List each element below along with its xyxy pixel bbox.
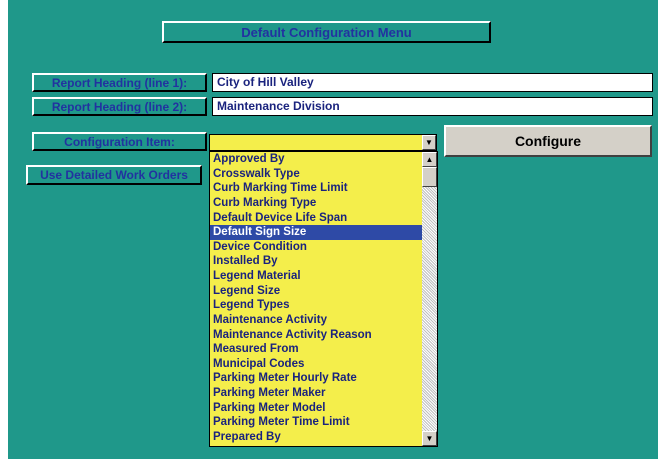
- list-item[interactable]: Maintenance Activity: [210, 313, 423, 328]
- list-item[interactable]: Legend Types: [210, 298, 423, 313]
- configuration-form: Default Configuration Menu Report Headin…: [8, 0, 658, 459]
- list-item[interactable]: Legend Size: [210, 284, 423, 299]
- list-item[interactable]: Parking Meter Hourly Rate: [210, 371, 423, 386]
- list-item[interactable]: Approved By: [210, 152, 423, 167]
- list-item[interactable]: Curb Marking Type: [210, 196, 423, 211]
- dropdown-scrollbar[interactable]: ▲ ▼: [422, 152, 437, 446]
- list-item[interactable]: Default Sign Size: [210, 225, 423, 240]
- list-item[interactable]: Parking Meter Maker: [210, 386, 423, 401]
- list-item[interactable]: Curb Marking Time Limit: [210, 181, 423, 196]
- report-heading-1-label: Report Heading (line 1):: [32, 73, 207, 92]
- list-item[interactable]: Measured From: [210, 342, 423, 357]
- report-heading-2-input[interactable]: Maintenance Division: [212, 97, 653, 116]
- report-heading-1-input[interactable]: City of Hill Valley: [212, 73, 653, 92]
- list-item[interactable]: Maintenance Activity Reason: [210, 328, 423, 343]
- configuration-item-dropdown[interactable]: Approved By Crosswalk Type Curb Marking Ti…: [209, 151, 438, 447]
- list-item[interactable]: Legend Material: [210, 269, 423, 284]
- scroll-down-icon[interactable]: ▼: [422, 431, 437, 446]
- configure-button[interactable]: Configure: [444, 125, 652, 157]
- list-item[interactable]: Default Device Life Span: [210, 211, 423, 226]
- list-item[interactable]: Parking Meter Time Limit: [210, 415, 423, 430]
- list-item[interactable]: Device Condition: [210, 240, 423, 255]
- list-item[interactable]: Municipal Codes: [210, 357, 423, 372]
- chevron-down-icon[interactable]: ▼: [422, 135, 436, 150]
- scroll-up-icon[interactable]: ▲: [422, 152, 437, 167]
- use-detailed-work-orders-button[interactable]: Use Detailed Work Orders: [26, 165, 202, 185]
- report-heading-2-label: Report Heading (line 2):: [32, 97, 207, 116]
- list-item[interactable]: Prepared By: [210, 430, 423, 445]
- list-item[interactable]: Parking Meter Model: [210, 401, 423, 416]
- configuration-item-combo[interactable]: ▼: [209, 134, 437, 151]
- list-item[interactable]: Installed By: [210, 254, 423, 269]
- configuration-item-label: Configuration Item:: [32, 132, 207, 151]
- list-item[interactable]: Crosswalk Type: [210, 167, 423, 182]
- dropdown-list: Approved By Crosswalk Type Curb Marking Ti…: [210, 152, 423, 445]
- scrollbar-thumb[interactable]: [422, 167, 437, 187]
- form-title: Default Configuration Menu: [162, 21, 491, 43]
